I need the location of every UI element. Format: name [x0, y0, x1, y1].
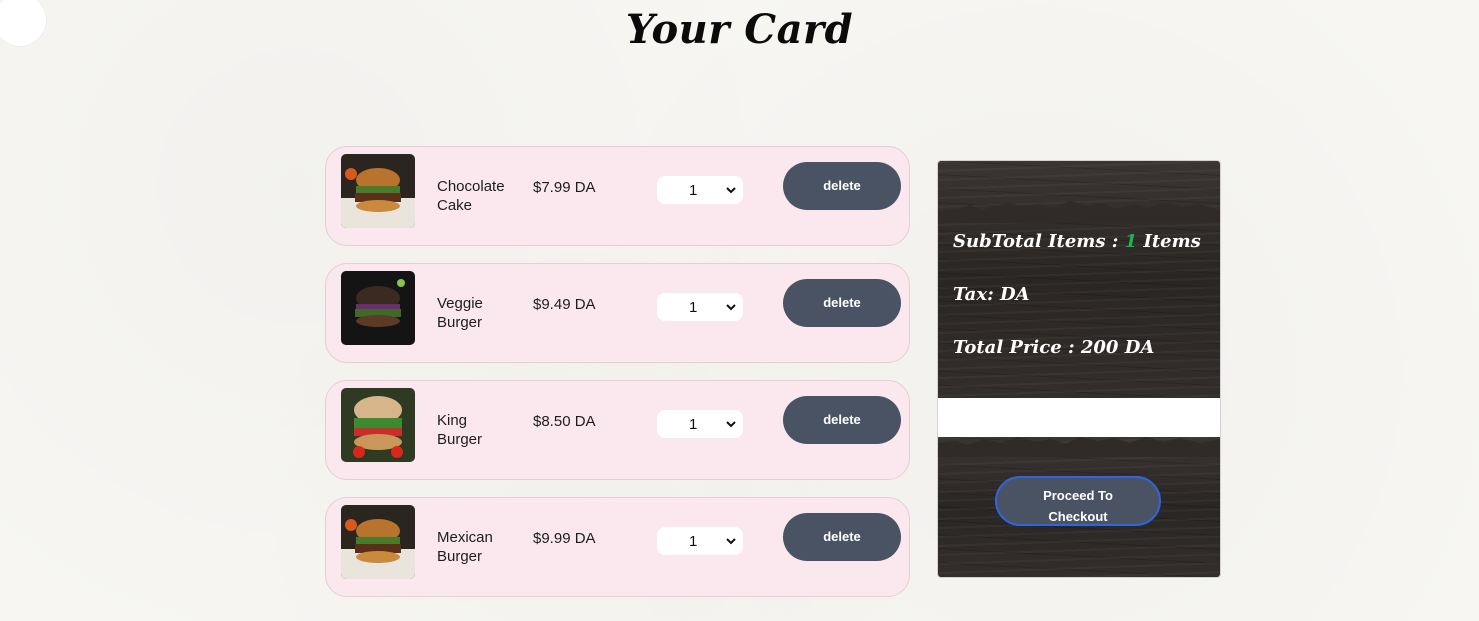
proceed-to-checkout-button[interactable]: Proceed To Checkout [995, 476, 1161, 526]
item-price: $9.49 DA [533, 296, 596, 313]
brush-edge-decoration [938, 437, 1220, 457]
quantity-value: 1 [689, 182, 698, 199]
item-price: $8.50 DA [533, 413, 596, 430]
delete-button[interactable]: delete [783, 396, 901, 444]
order-summary-card: SubTotal Items : 1 Items Tax: DA Total P… [937, 160, 1221, 578]
chevron-down-icon [726, 421, 736, 428]
brush-edge-decoration [938, 201, 1220, 223]
subtotal-label: SubTotal Items : [953, 231, 1125, 252]
item-name-line: Chocolate [437, 178, 505, 195]
item-name-line: King [437, 412, 468, 429]
item-name-line: Burger [437, 314, 483, 331]
quantity-value: 1 [689, 416, 698, 433]
chevron-down-icon [726, 187, 736, 194]
total-price-line: Total Price : 200 DA [953, 337, 1155, 358]
quantity-select[interactable]: 1 [657, 527, 743, 555]
quantity-value: 1 [689, 533, 698, 550]
delete-button[interactable]: delete [783, 162, 901, 210]
tax-line: Tax: DA [953, 284, 1030, 305]
item-price: $7.99 DA [533, 179, 596, 196]
item-name-line: Burger [437, 431, 483, 448]
cart-item: Chocolate Cake $7.99 DA 1 delete [325, 146, 910, 246]
cart-list: Chocolate Cake $7.99 DA 1 delete Veggie … [325, 146, 910, 614]
quantity-select[interactable]: 1 [657, 410, 743, 438]
item-name-line: Cake [437, 197, 473, 214]
item-name-line: Mexican [437, 529, 493, 546]
quantity-select[interactable]: 1 [657, 293, 743, 321]
subtotal-line: SubTotal Items : 1 Items [953, 231, 1201, 252]
quantity-value: 1 [689, 299, 698, 316]
cart-item: King Burger $8.50 DA 1 delete [325, 380, 910, 480]
delete-button[interactable]: delete [783, 513, 901, 561]
burger-photo-icon [341, 271, 415, 345]
delete-button[interactable]: delete [783, 279, 901, 327]
burger-photo-icon [341, 154, 415, 228]
cart-item: Veggie Burger $9.49 DA 1 delete [325, 263, 910, 363]
chevron-down-icon [726, 538, 736, 545]
checkout-label-line: Checkout [1048, 509, 1108, 524]
checkout-label-line: Proceed To [1043, 488, 1113, 503]
cart-item: Mexican Burger $9.99 DA 1 delete [325, 497, 910, 597]
page-title: Your Card [625, 6, 854, 53]
burger-photo-icon [341, 505, 415, 579]
burger-photo-icon [341, 388, 415, 462]
item-name: King Burger [437, 411, 517, 449]
item-price: $9.99 DA [533, 530, 596, 547]
wood-panel [938, 161, 1220, 398]
item-name: Mexican Burger [437, 528, 517, 566]
item-name-line: Burger [437, 548, 483, 565]
item-name: Veggie Burger [437, 294, 517, 332]
item-name: Chocolate Cake [437, 177, 517, 215]
subtotal-suffix: Items [1137, 231, 1201, 252]
quantity-select[interactable]: 1 [657, 176, 743, 204]
subtotal-count: 1 [1124, 231, 1138, 252]
item-name-line: Veggie [437, 295, 483, 312]
chevron-down-icon [726, 304, 736, 311]
